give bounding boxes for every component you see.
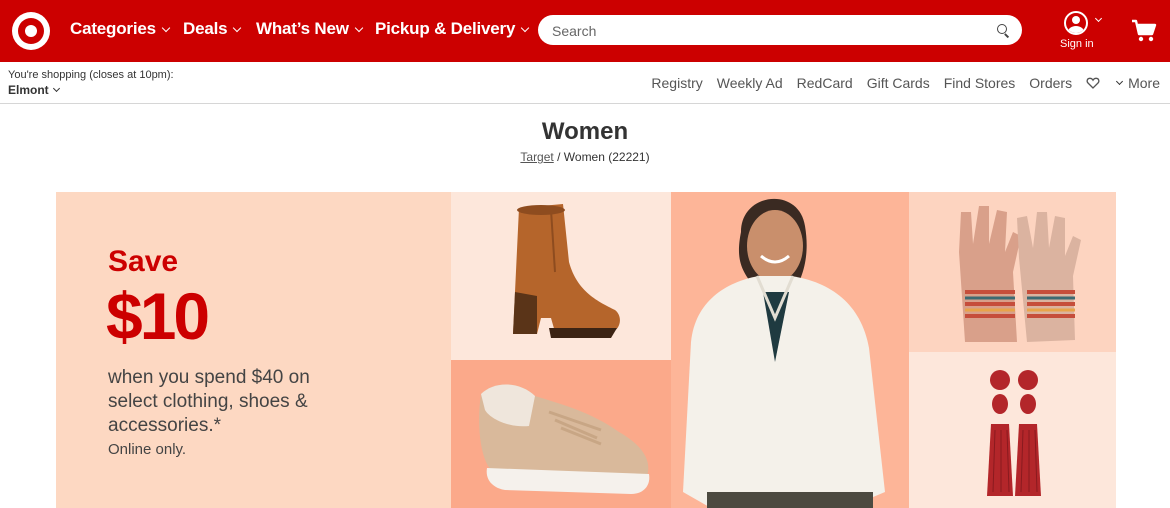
breadcrumb-home-link[interactable]: Target (520, 150, 553, 164)
more-label: More (1128, 75, 1160, 91)
link-orders[interactable]: Orders (1029, 75, 1072, 91)
chevron-down-icon (52, 84, 60, 93)
sign-in-button[interactable]: Sign in (1056, 11, 1103, 53)
chevron-down-icon (1094, 14, 1103, 23)
chevron-down-icon (520, 23, 530, 32)
cart-icon[interactable] (1131, 19, 1157, 43)
sign-in-label: Sign in (1060, 38, 1094, 50)
promo-offer-text: when you spend $40 on select clothing, s… (108, 367, 310, 436)
promo-text-panel: Save $10 when you spend $40 on select cl… (56, 192, 451, 508)
gloves-image[interactable] (909, 192, 1116, 352)
earrings-image[interactable] (909, 352, 1116, 508)
heart-icon[interactable] (1086, 76, 1100, 90)
page-title: Women (541, 118, 629, 145)
chevron-down-icon (1116, 77, 1124, 85)
link-weekly-ad[interactable]: Weekly Ad (717, 75, 783, 91)
breadcrumb-separator: / (557, 150, 561, 164)
chevron-down-icon (161, 23, 171, 32)
more-menu[interactable]: More (1114, 75, 1160, 91)
nav-categories[interactable]: Categories (70, 19, 171, 39)
chevron-down-icon (233, 23, 242, 32)
breadcrumb-current: Women (22221) (563, 150, 650, 164)
link-gift-cards[interactable]: Gift Cards (867, 75, 930, 91)
nav-pickup-delivery[interactable]: Pickup & Delivery (375, 19, 530, 39)
promo-banner[interactable]: Save $10 when you spend $40 on select cl… (56, 192, 1116, 508)
link-registry[interactable]: Registry (651, 75, 702, 91)
utility-bar: You're shopping (closes at 10pm): Elmont… (0, 62, 1170, 104)
promo-online-only: Online only. (108, 441, 187, 458)
store-name: Elmont (8, 83, 49, 97)
search-input[interactable] (552, 21, 972, 41)
search-icon[interactable] (990, 18, 1016, 42)
top-header: Categories Deals What’s New Pickup & Del… (0, 0, 1170, 62)
nav-whats-new[interactable]: What’s New (256, 19, 364, 39)
link-find-stores[interactable]: Find Stores (944, 75, 1016, 91)
promo-save-label: Save (108, 245, 179, 278)
link-redcard[interactable]: RedCard (797, 75, 853, 91)
nav-deals[interactable]: Deals (183, 19, 242, 39)
boot-image[interactable] (451, 192, 671, 360)
model-fleece-image[interactable] (671, 192, 909, 508)
sneaker-image[interactable] (451, 360, 671, 508)
store-hours-label: You're shopping (closes at 10pm): (8, 69, 174, 81)
target-logo[interactable] (12, 12, 50, 50)
nav-deals-label: Deals (183, 19, 228, 38)
store-selector[interactable]: Elmont (8, 83, 60, 97)
nav-whats-new-label: What’s New (256, 19, 349, 38)
chevron-down-icon (354, 23, 364, 32)
account-icon (1064, 11, 1088, 35)
nav-pickup-delivery-label: Pickup & Delivery (375, 19, 516, 38)
search-bar (538, 15, 1022, 45)
utility-links: Registry Weekly Ad RedCard Gift Cards Fi… (637, 75, 1160, 91)
promo-amount: $10 (106, 279, 210, 353)
nav-categories-label: Categories (70, 19, 156, 38)
breadcrumb: Target / Women (22221) (0, 150, 1170, 164)
